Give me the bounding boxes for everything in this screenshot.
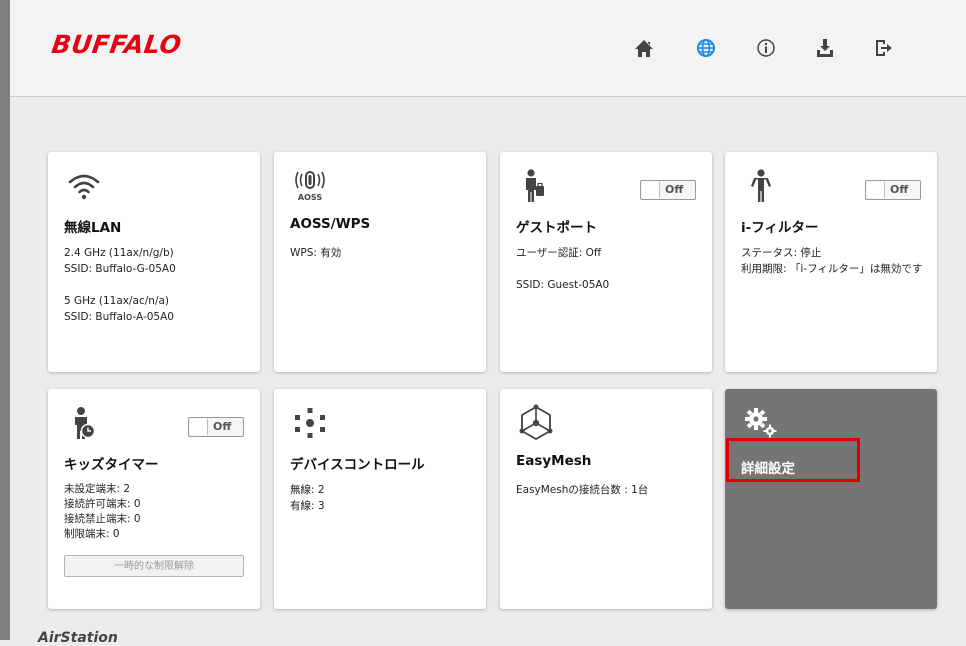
tile-title: デバイスコントロール bbox=[290, 457, 425, 473]
left-edge-bar bbox=[0, 0, 10, 640]
tile-wireless-lan[interactable]: 無線LAN 2.4 GHz (11ax/n/g/b) SSID: Buffalo… bbox=[48, 152, 260, 372]
guest-port-toggle[interactable]: Off bbox=[640, 180, 696, 200]
toggle-label: Off bbox=[890, 183, 909, 196]
logout-icon[interactable] bbox=[871, 36, 895, 60]
tile-advanced-settings[interactable]: 詳細設定 bbox=[725, 389, 937, 609]
blocked-devices: 接続禁止端末: 0 bbox=[64, 513, 141, 525]
tile-kids-timer[interactable]: Off キッズタイマー 未設定端末: 2 接続許可端末: 0 接続禁止端末: 0… bbox=[48, 389, 260, 609]
globe-icon[interactable] bbox=[694, 36, 718, 60]
i-filter-status: ステータス: 停止 bbox=[741, 247, 822, 259]
home-icon[interactable] bbox=[632, 36, 656, 60]
buffalo-logo: BUFFALO bbox=[49, 30, 184, 59]
limited-devices: 制限端末: 0 bbox=[64, 528, 120, 540]
mesh-count: EasyMeshの接続台数 : 1台 bbox=[516, 484, 649, 496]
guest-person-icon bbox=[516, 166, 556, 206]
tile-title: 無線LAN bbox=[64, 220, 122, 236]
band-5-label: 5 GHz (11ax/ac/n/a) bbox=[64, 295, 170, 307]
ssid-24-label: SSID: Buffalo-G-05A0 bbox=[64, 263, 176, 275]
guest-info: ユーザー認証: Off SSID: Guest-05A0 bbox=[516, 245, 609, 293]
device-control-info: 無線: 2 有線: 3 bbox=[290, 482, 325, 514]
kids-timer-icon bbox=[64, 403, 104, 443]
tile-title: AOSS/WPS bbox=[290, 216, 371, 232]
i-filter-toggle[interactable]: Off bbox=[865, 180, 921, 200]
easymesh-info: EasyMeshの接続台数 : 1台 bbox=[516, 482, 648, 498]
tile-easymesh[interactable]: EasyMesh EasyMeshの接続台数 : 1台 bbox=[500, 389, 712, 609]
tile-aoss-wps[interactable]: AOSS AOSS/WPS WPS: 有効 bbox=[274, 152, 486, 372]
wireless-info: 2.4 GHz (11ax/n/g/b) SSID: Buffalo-G-05A… bbox=[64, 245, 176, 325]
top-header: BUFFALO bbox=[10, 0, 966, 97]
tile-title: 詳細設定 bbox=[741, 461, 795, 477]
toggle-label: Off bbox=[665, 183, 684, 196]
tile-title: EasyMesh bbox=[516, 453, 592, 469]
kids-timer-info: 未設定端末: 2 接続許可端末: 0 接続禁止端末: 0 制限端末: 0 bbox=[64, 482, 141, 542]
ssid-5-label: SSID: Buffalo-A-05A0 bbox=[64, 311, 174, 323]
tile-title: ゲストポート bbox=[516, 220, 597, 236]
kids-timer-toggle[interactable]: Off bbox=[188, 417, 244, 437]
i-filter-info: ステータス: 停止 利用期限: 「i-フィルター」は無効です bbox=[741, 245, 926, 277]
wired-count: 有線: 3 bbox=[290, 500, 325, 512]
person-icon bbox=[741, 166, 781, 206]
tile-title: キッズタイマー bbox=[64, 457, 159, 473]
unset-devices: 未設定端末: 2 bbox=[64, 483, 131, 495]
tile-title: i-フィルター bbox=[741, 220, 819, 236]
temporary-release-button[interactable]: 一時的な制限解除 bbox=[64, 555, 244, 577]
tile-guest-port[interactable]: Off ゲストポート ユーザー認証: Off SSID: Guest-05A0 bbox=[500, 152, 712, 372]
toggle-label: Off bbox=[213, 420, 232, 433]
download-icon[interactable] bbox=[813, 36, 837, 60]
aoss-icon: AOSS bbox=[290, 166, 330, 206]
info-icon[interactable] bbox=[754, 36, 778, 60]
easymesh-icon bbox=[516, 403, 556, 443]
band-24-label: 2.4 GHz (11ax/n/g/b) bbox=[64, 247, 174, 259]
i-filter-period: 利用期限: 「i-フィルター」は無効です bbox=[741, 263, 923, 275]
wps-status: WPS: 有効 bbox=[290, 247, 342, 259]
tile-device-control[interactable]: デバイスコントロール 無線: 2 有線: 3 bbox=[274, 389, 486, 609]
aoss-icon-label: AOSS bbox=[298, 193, 322, 202]
airstation-logo: AirStation bbox=[38, 630, 118, 646]
allowed-devices: 接続許可端末: 0 bbox=[64, 498, 141, 510]
tile-i-filter[interactable]: Off i-フィルター ステータス: 停止 利用期限: 「i-フィルター」は無効… bbox=[725, 152, 937, 372]
gears-icon bbox=[741, 403, 781, 443]
wireless-count: 無線: 2 bbox=[290, 484, 325, 496]
device-control-icon bbox=[290, 403, 330, 443]
aoss-info: WPS: 有効 bbox=[290, 245, 341, 261]
wifi-icon bbox=[64, 166, 104, 206]
user-auth-status: ユーザー認証: Off bbox=[516, 247, 602, 259]
guest-ssid: SSID: Guest-05A0 bbox=[516, 279, 610, 291]
